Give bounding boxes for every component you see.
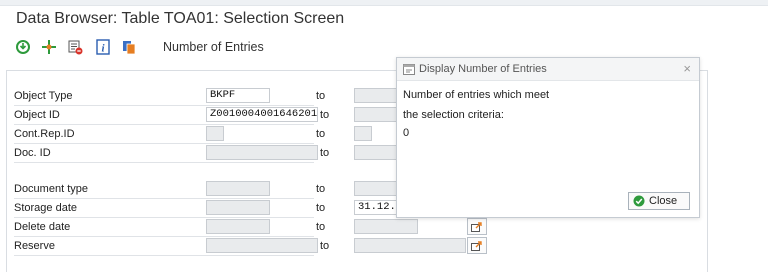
row-label: Storage date <box>14 202 77 214</box>
number-of-entries-button[interactable]: Number of Entries <box>163 40 264 54</box>
object-id-from-field[interactable]: Z001000400164620152015 <box>206 107 318 122</box>
multiple-selection-button[interactable] <box>467 218 487 235</box>
to-label: to <box>320 147 330 159</box>
cont-rep-id-to-field[interactable] <box>354 126 372 141</box>
to-label: to <box>316 202 326 214</box>
multiple-selection-icon <box>471 222 482 232</box>
delete-date-from-field[interactable] <box>206 219 270 234</box>
to-label: to <box>320 240 330 252</box>
to-label: to <box>316 221 326 233</box>
to-label: to <box>316 183 326 195</box>
checkmark-icon <box>633 195 645 207</box>
doc-id-to-field[interactable] <box>354 145 399 160</box>
copy-icon[interactable] <box>120 38 138 56</box>
row-label: Object Type <box>14 90 73 102</box>
object-type-from-field[interactable]: BKPF <box>206 88 270 103</box>
to-label: to <box>316 90 326 102</box>
document-type-to-field[interactable] <box>354 181 399 196</box>
storage-date-to-field[interactable]: 31.12.2 <box>354 200 399 215</box>
top-strip <box>0 0 768 6</box>
delete-selection-icon[interactable] <box>66 38 84 56</box>
close-icon[interactable]: × <box>683 61 691 76</box>
row-label: Object ID <box>14 109 60 121</box>
info-icon[interactable]: i <box>94 38 112 56</box>
row-label: Delete date <box>14 221 71 233</box>
row-label: Document type <box>14 183 88 195</box>
storage-date-from-field[interactable] <box>206 200 270 215</box>
document-type-from-field[interactable] <box>206 181 270 196</box>
row-label: Reserve <box>14 240 55 252</box>
dialog-message-line2: the selection criteria: <box>403 109 504 121</box>
row-delete-date: Delete date to <box>14 218 494 237</box>
doc-id-from-field[interactable] <box>206 145 318 160</box>
execute-icon[interactable] <box>14 38 32 56</box>
dialog-window-icon <box>403 62 415 80</box>
entry-count: 0 <box>403 127 410 139</box>
delete-date-to-field[interactable] <box>354 219 418 234</box>
window-title: Data Browser: Table TOA01: Selection Scr… <box>16 10 345 27</box>
dialog-header: Display Number of Entries × <box>397 58 699 81</box>
number-of-entries-dialog: Display Number of Entries × Number of en… <box>396 57 700 218</box>
reserve-from-field[interactable] <box>206 238 318 253</box>
to-label: to <box>316 128 326 140</box>
multiple-selection-button[interactable] <box>467 237 487 254</box>
selection-options-icon[interactable] <box>40 38 58 56</box>
dialog-message-line1: Number of entries which meet <box>403 89 550 101</box>
row-label: Cont.Rep.ID <box>14 128 75 140</box>
object-id-to-field[interactable] <box>354 107 399 122</box>
row-reserve: Reserve to <box>14 237 494 256</box>
multiple-selection-icon <box>471 241 482 251</box>
object-type-to-field[interactable] <box>354 88 399 103</box>
close-button-label: Close <box>649 195 678 207</box>
cont-rep-id-from-field[interactable] <box>206 126 224 141</box>
row-label: Doc. ID <box>14 147 51 159</box>
to-label: to <box>320 109 330 121</box>
dialog-title: Display Number of Entries <box>419 63 547 75</box>
reserve-to-field[interactable] <box>354 238 466 253</box>
close-button[interactable]: Close <box>628 192 690 210</box>
